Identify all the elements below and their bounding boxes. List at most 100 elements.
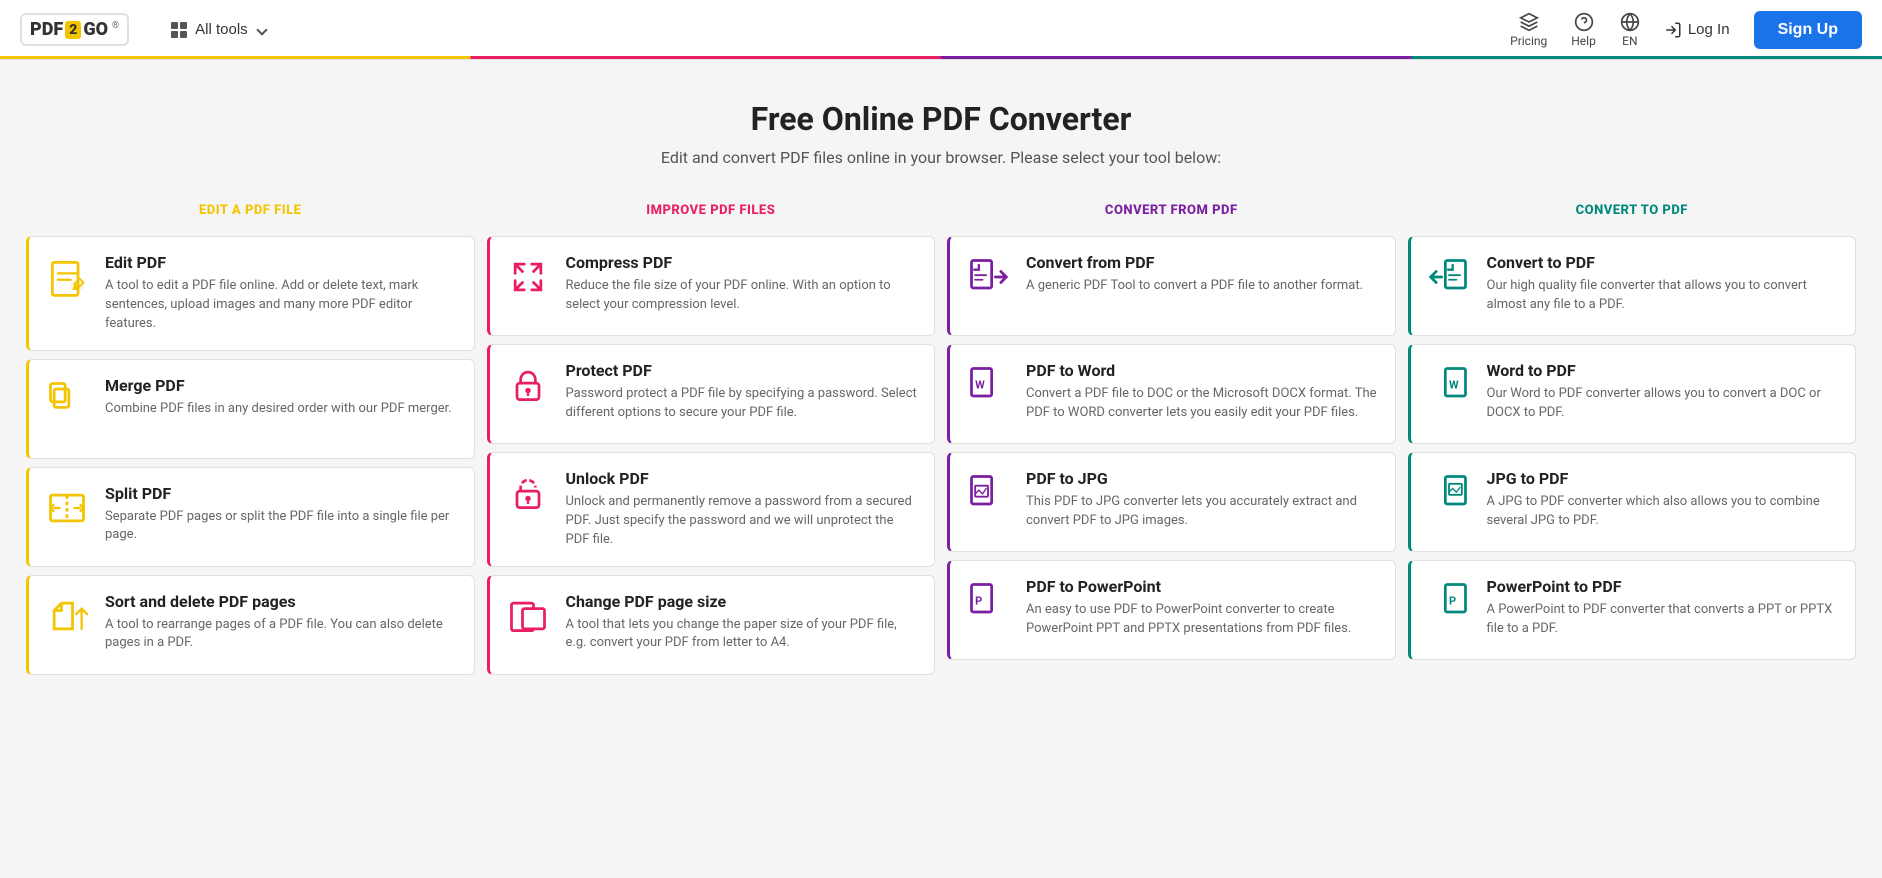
tool-text-compress: Compress PDF Reduce the file size of your… xyxy=(566,253,921,315)
tool-desc-word-pdf: Our Word to PDF converter allows you to … xyxy=(1487,385,1842,423)
column-header-improve: IMPROVE PDF FILES xyxy=(481,191,942,232)
tool-desc-jpg-pdf: A JPG to PDF converter which also allows… xyxy=(1487,493,1842,531)
compress-icon xyxy=(504,253,552,301)
tool-name-unlock: Unlock PDF xyxy=(566,469,921,488)
tool-name-sort: Sort and delete PDF pages xyxy=(105,592,460,611)
tool-card-sort[interactable]: Sort and delete PDF pages A tool to rearr… xyxy=(26,575,475,675)
hero-section: Free Online PDF Converter Edit and conve… xyxy=(0,60,1882,191)
hero-title: Free Online PDF Converter xyxy=(20,100,1862,138)
column-header-edit: EDIT A PDF FILE xyxy=(20,191,481,232)
tool-text-edit: Edit PDFA tool to edit a PDF file online… xyxy=(105,253,460,334)
svg-text:W: W xyxy=(975,379,985,392)
login-button[interactable]: Log In xyxy=(1664,21,1730,39)
tool-text-unlock: Unlock PDF Unlock and permanently remove … xyxy=(566,469,921,550)
tool-card-pdf-jpg[interactable]: PDF to JPGThis PDF to JPG converter lets… xyxy=(947,452,1396,552)
tool-text-convert-from: Convert from PDF A generic PDF Tool to co… xyxy=(1026,253,1363,296)
tool-card-merge[interactable]: Merge PDF Combine PDF files in any desire… xyxy=(26,359,475,459)
tool-text-resize: Change PDF page sizeA tool that lets you… xyxy=(566,592,921,654)
all-tools-button[interactable]: All tools xyxy=(159,15,278,44)
tool-card-word-pdf[interactable]: W Word to PDFOur Word to PDF converter a… xyxy=(1408,344,1857,444)
logo-tag: ® xyxy=(112,21,119,31)
logo-pdf-text: PDF xyxy=(30,19,63,40)
help-link[interactable]: Help xyxy=(1571,12,1596,48)
merge-icon xyxy=(43,376,91,424)
column-header-convert-from: CONVERT FROM PDF xyxy=(941,191,1402,232)
tool-name-compress: Compress PDF xyxy=(566,253,921,272)
ppt-pdf-icon: P xyxy=(1425,577,1473,625)
help-icon xyxy=(1574,12,1594,32)
tool-text-ppt-pdf: PowerPoint to PDFA PowerPoint to PDF con… xyxy=(1487,577,1842,639)
column-edit: EDIT A PDF FILE Edit PDFA tool to edit a… xyxy=(20,191,481,679)
svg-text:P: P xyxy=(975,595,982,608)
pricing-icon xyxy=(1519,12,1539,32)
header: PDF 2 GO ® All tools Pricing Help xyxy=(0,0,1882,60)
tool-card-split[interactable]: Split PDF Separate PDF pages or split the… xyxy=(26,467,475,567)
chevron-down-icon xyxy=(256,24,267,35)
hero-subtitle: Edit and convert PDF files online in you… xyxy=(20,148,1862,167)
tool-desc-sort: A tool to rearrange pages of a PDF file.… xyxy=(105,616,460,654)
column-header-convert-to: CONVERT TO PDF xyxy=(1402,191,1863,232)
tool-text-protect: Protect PDF Password protect a PDF file b… xyxy=(566,361,921,423)
tool-card-convert-from[interactable]: Convert from PDF A generic PDF Tool to co… xyxy=(947,236,1396,336)
resize-icon xyxy=(504,592,552,640)
tool-text-word-pdf: Word to PDFOur Word to PDF converter all… xyxy=(1487,361,1842,423)
tools-grid: EDIT A PDF FILE Edit PDFA tool to edit a… xyxy=(0,191,1882,699)
tool-desc-resize: A tool that lets you change the paper si… xyxy=(566,616,921,654)
tool-desc-merge: Combine PDF files in any desired order w… xyxy=(105,400,452,419)
language-selector[interactable]: EN xyxy=(1620,12,1640,48)
tool-text-split: Split PDF Separate PDF pages or split the… xyxy=(105,484,460,546)
tool-name-protect: Protect PDF xyxy=(566,361,921,380)
grid-icon xyxy=(171,22,187,38)
tool-desc-protect: Password protect a PDF file by specifyin… xyxy=(566,385,921,423)
tool-card-resize[interactable]: Change PDF page sizeA tool that lets you… xyxy=(487,575,936,675)
tool-name-convert-to: Convert to PDF xyxy=(1487,253,1842,272)
tool-card-convert-to[interactable]: Convert to PDF Our high quality file conv… xyxy=(1408,236,1857,336)
tool-card-ppt-pdf[interactable]: P PowerPoint to PDFA PowerPoint to PDF c… xyxy=(1408,560,1857,660)
tool-card-jpg-pdf[interactable]: JPG to PDF A JPG to PDF converter which a… xyxy=(1408,452,1857,552)
tool-name-pdf-word: PDF to Word xyxy=(1026,361,1381,380)
tool-desc-unlock: Unlock and permanently remove a password… xyxy=(566,493,921,550)
pdf-ppt-icon: P xyxy=(964,577,1012,625)
tool-desc-convert-from: A generic PDF Tool to convert a PDF file… xyxy=(1026,277,1363,296)
help-label: Help xyxy=(1571,34,1596,48)
tool-card-pdf-word[interactable]: W PDF to WordConvert a PDF file to DOC o… xyxy=(947,344,1396,444)
tool-desc-compress: Reduce the file size of your PDF online.… xyxy=(566,277,921,315)
logo-go-text: GO xyxy=(83,19,108,40)
unlock-icon xyxy=(504,469,552,517)
tool-desc-split: Separate PDF pages or split the PDF file… xyxy=(105,508,460,546)
pricing-label: Pricing xyxy=(1510,34,1547,48)
tool-card-unlock[interactable]: Unlock PDF Unlock and permanently remove … xyxy=(487,452,936,567)
tool-name-convert-from: Convert from PDF xyxy=(1026,253,1363,272)
column-convert-from: CONVERT FROM PDF Convert from PDF A gener… xyxy=(941,191,1402,679)
tool-text-convert-to: Convert to PDF Our high quality file conv… xyxy=(1487,253,1842,315)
tool-text-jpg-pdf: JPG to PDF A JPG to PDF converter which a… xyxy=(1487,469,1842,531)
tool-text-pdf-ppt: PDF to PowerPointAn easy to use PDF to P… xyxy=(1026,577,1381,639)
tool-name-split: Split PDF xyxy=(105,484,460,503)
pricing-link[interactable]: Pricing xyxy=(1510,12,1547,48)
tool-desc-pdf-ppt: An easy to use PDF to PowerPoint convert… xyxy=(1026,601,1381,639)
tool-card-protect[interactable]: Protect PDF Password protect a PDF file b… xyxy=(487,344,936,444)
tool-text-pdf-word: PDF to WordConvert a PDF file to DOC or … xyxy=(1026,361,1381,423)
logo[interactable]: PDF 2 GO ® xyxy=(20,13,129,46)
split-icon xyxy=(43,484,91,532)
tool-card-compress[interactable]: Compress PDF Reduce the file size of your… xyxy=(487,236,936,336)
column-convert-to: CONVERT TO PDF Convert to PDF Our high qu… xyxy=(1402,191,1863,679)
tool-card-pdf-ppt[interactable]: P PDF to PowerPointAn easy to use PDF to… xyxy=(947,560,1396,660)
all-tools-label: All tools xyxy=(195,21,248,38)
tool-name-merge: Merge PDF xyxy=(105,376,452,395)
nav-right: Pricing Help EN Log In Sign Up xyxy=(1510,11,1862,49)
lang-label: EN xyxy=(1622,34,1637,48)
tool-desc-pdf-jpg: This PDF to JPG converter lets you accur… xyxy=(1026,493,1381,531)
pdf-word-icon: W xyxy=(964,361,1012,409)
tool-desc-convert-to: Our high quality file converter that all… xyxy=(1487,277,1842,315)
svg-text:P: P xyxy=(1449,595,1456,608)
convert-from-icon xyxy=(964,253,1012,301)
tool-card-edit[interactable]: Edit PDFA tool to edit a PDF file online… xyxy=(26,236,475,351)
login-icon xyxy=(1664,21,1682,39)
tool-name-jpg-pdf: JPG to PDF xyxy=(1487,469,1842,488)
tool-text-merge: Merge PDF Combine PDF files in any desire… xyxy=(105,376,452,419)
signup-button[interactable]: Sign Up xyxy=(1754,11,1862,49)
jpg-pdf-icon xyxy=(1425,469,1473,517)
tool-text-pdf-jpg: PDF to JPGThis PDF to JPG converter lets… xyxy=(1026,469,1381,531)
edit-icon xyxy=(43,253,91,301)
